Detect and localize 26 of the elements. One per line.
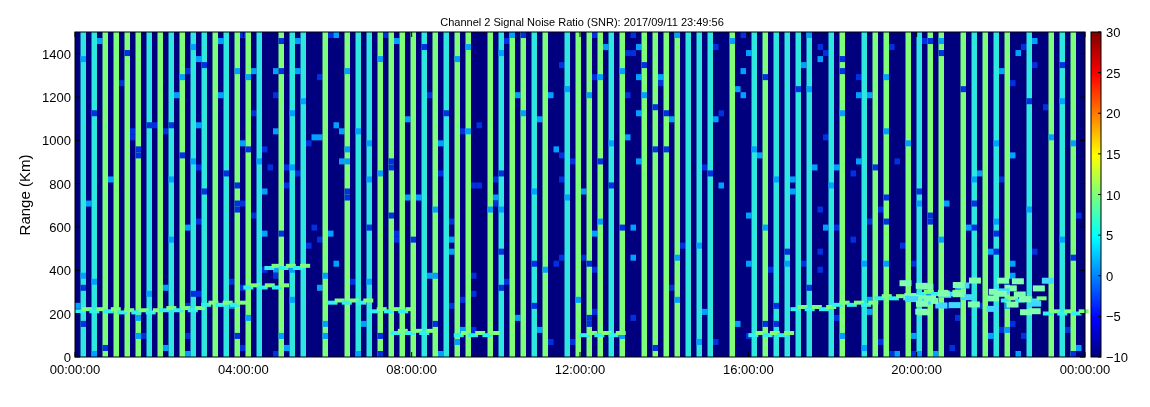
tick-label: 5 (1106, 228, 1114, 244)
tick-label: 12:00:00 (554, 362, 606, 377)
tick-label: 15 (1106, 146, 1121, 162)
tick-label: −10 (1106, 350, 1129, 365)
tick-label: 1000 (42, 133, 71, 149)
tick-label: 0 (63, 350, 71, 365)
tick-label: 400 (49, 263, 71, 279)
tick-label: −5 (1106, 309, 1121, 325)
tick-label: 16:00:00 (723, 362, 774, 377)
tick-label: 600 (49, 220, 71, 235)
tick-label: 25 (1106, 65, 1121, 81)
tick-label: 0 (1106, 268, 1114, 284)
tick-label: 1400 (42, 46, 71, 62)
tick-label: 1200 (42, 90, 71, 105)
axis-label: Range (Km) (16, 154, 33, 236)
tick-label: 00:00:00 (49, 362, 101, 377)
tick-label: 08:00:00 (386, 362, 437, 377)
tick-label: 00:00:00 (1059, 362, 1111, 377)
tick-label: 200 (49, 306, 71, 322)
tick-label: 30 (1106, 25, 1121, 40)
tick-label: 800 (49, 176, 71, 192)
tick-label: 20 (1106, 106, 1121, 122)
tick-label: 20:00:00 (891, 362, 942, 377)
tick-label: 10 (1106, 187, 1121, 203)
tick-label: 04:00:00 (218, 362, 269, 377)
chart-title: Channel 2 Signal Noise Ratio (SNR): 2017/09/11 23:49:56 (440, 16, 724, 28)
